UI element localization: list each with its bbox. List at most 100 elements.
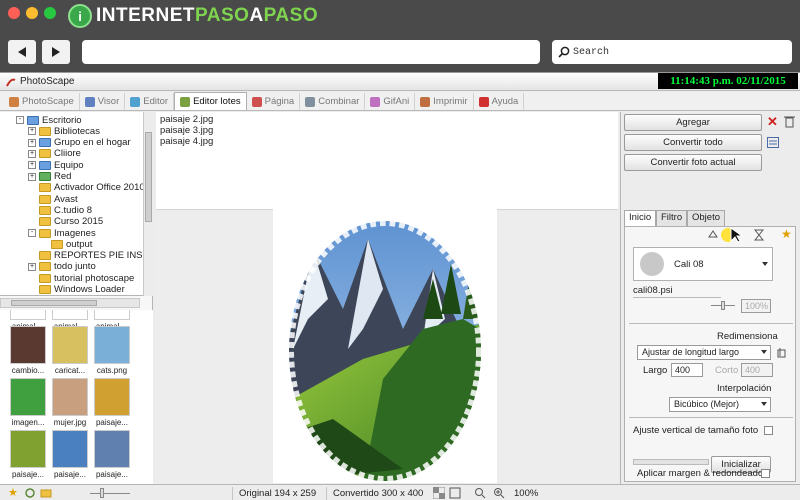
folder-tree-hscrollbar[interactable]	[0, 298, 140, 308]
favorite-star-icon[interactable]: ★	[781, 227, 792, 241]
tab-ayuda[interactable]: Ayuda	[474, 93, 525, 110]
tree-item[interactable]: Activador Office 2010	[28, 182, 145, 194]
tab-visor[interactable]: Visor	[80, 93, 126, 110]
thumbnail-image	[52, 326, 88, 364]
thumbnail-item[interactable]: cats.png	[92, 326, 132, 378]
expand-icon[interactable]: +	[28, 127, 36, 136]
thumbnail-item[interactable]: imagen...	[8, 378, 48, 430]
expand-icon[interactable]: +	[28, 172, 36, 181]
hscroll-thumb[interactable]	[11, 300, 97, 306]
opacity-value[interactable]: 100%	[741, 299, 771, 313]
tree-item[interactable]: + Equipo	[28, 159, 84, 171]
collapse-icon[interactable]: -	[28, 229, 36, 237]
tab-editor-lotes[interactable]: Editor lotes	[174, 92, 247, 110]
zoom-actual-icon[interactable]	[474, 487, 486, 499]
tab-photoscape[interactable]: PhotoScape	[4, 93, 80, 110]
checkerboard-icon[interactable]	[433, 487, 445, 499]
remove-icon[interactable]: ✕	[767, 115, 778, 128]
trash-icon[interactable]	[784, 115, 795, 128]
favorite-star-icon[interactable]: ★	[8, 487, 20, 499]
tab-combinar[interactable]: Combinar	[300, 93, 366, 110]
convert-all-button[interactable]: Convertir todo	[624, 134, 762, 151]
folder-icon[interactable]	[40, 487, 52, 499]
frame-selector[interactable]: Cali 08	[633, 247, 773, 281]
tab-inicio[interactable]: Inicio	[624, 210, 657, 227]
expand-icon[interactable]: +	[28, 161, 36, 170]
expand-icon[interactable]: +	[28, 149, 36, 158]
tab-icon	[420, 96, 431, 107]
vscroll-thumb[interactable]	[145, 132, 152, 222]
thumbnail-item[interactable]: caricat...	[50, 326, 90, 378]
tree-item[interactable]: + Bibliotecas	[28, 125, 100, 137]
zoom-slider-track[interactable]	[90, 493, 130, 494]
file-list-item[interactable]: paisaje 2.jpg	[160, 114, 614, 125]
add-button[interactable]: Agregar	[624, 114, 762, 131]
file-list-item[interactable]: paisaje 3.jpg	[160, 125, 614, 136]
close-window-icon[interactable]	[8, 7, 20, 19]
thumbnail-caption: paisaje...	[11, 470, 45, 479]
thumbnail-item[interactable]: mujer.jpg	[50, 378, 90, 430]
tree-item[interactable]: C.tudio 8	[28, 204, 92, 216]
margin-checkbox[interactable]	[761, 469, 770, 478]
app-title: PhotoScape	[20, 76, 75, 87]
tree-item[interactable]: tutorial photoscape	[28, 272, 134, 284]
vertical-fit-checkbox[interactable]	[764, 426, 773, 435]
tree-item[interactable]: Windows Loader	[28, 284, 125, 295]
back-button[interactable]	[8, 40, 36, 64]
collapse-icon[interactable]: -	[16, 116, 24, 124]
tab-editor[interactable]: Editor	[125, 93, 175, 110]
file-list-item[interactable]: paisaje 4.jpg	[160, 136, 614, 147]
refresh-icon[interactable]	[24, 487, 36, 499]
thumbnail-item[interactable]: paisaje...	[50, 430, 90, 482]
thumbnail-item[interactable]: paisaje...	[92, 378, 132, 430]
folder-tree-vscrollbar[interactable]	[143, 112, 153, 296]
minimize-window-icon[interactable]	[26, 7, 38, 19]
tree-item[interactable]: REPORTES PIE INSCR	[28, 250, 153, 262]
forward-button[interactable]	[42, 40, 70, 64]
tree-item[interactable]: + Red	[28, 171, 71, 183]
tree-item[interactable]: - Escritorio	[16, 114, 82, 126]
zoom-slider-thumb[interactable]	[100, 488, 104, 498]
interpolation-select[interactable]: Bicúbico (Mejor)	[669, 397, 771, 412]
thumbnail-item[interactable]: paisaje...	[8, 430, 48, 482]
folder-icon	[39, 149, 51, 159]
opacity-slider-thumb[interactable]	[721, 301, 725, 310]
folder-tree[interactable]: - Escritorio + Bibliotecas + Grupo en el hoga…	[0, 112, 153, 296]
tree-item[interactable]: + Cliiore	[28, 148, 81, 160]
list-icon[interactable]	[767, 137, 779, 148]
batch-file-list[interactable]: paisaje 2.jpg paisaje 3.jpg paisaje 4.jpg	[156, 112, 618, 210]
thumbnail-image	[10, 430, 46, 468]
tree-item[interactable]: - Imagenes	[28, 227, 96, 239]
resize-mode-select[interactable]: Ajustar de longitud largo	[637, 345, 771, 360]
rotate-icon[interactable]	[707, 229, 719, 241]
tab-filtro[interactable]: Filtro	[656, 210, 688, 226]
zoom-in-icon[interactable]	[493, 487, 505, 499]
thumbnail-item[interactable]: paisaje...	[92, 430, 132, 482]
expand-icon[interactable]: +	[28, 262, 36, 271]
search-input[interactable]: Search	[552, 40, 792, 64]
tab-p-gina[interactable]: Página	[247, 93, 301, 110]
folder-icon	[39, 126, 51, 136]
mouse-cursor-icon	[730, 227, 744, 243]
short-input[interactable]: 400	[741, 363, 773, 377]
tree-item[interactable]: output	[40, 238, 92, 250]
tab-gifani[interactable]: GifAni	[365, 93, 416, 110]
crop-icon[interactable]	[777, 347, 788, 358]
url-bar[interactable]	[82, 40, 540, 64]
expand-icon[interactable]: +	[28, 138, 36, 147]
length-input[interactable]: 400	[671, 363, 703, 377]
thumbnail-caption: mujer.jpg	[53, 418, 87, 427]
hourglass-icon[interactable]	[753, 229, 765, 241]
tab-imprimir[interactable]: Imprimir	[415, 93, 474, 110]
tree-item[interactable]: + todo junto	[28, 261, 96, 273]
logo-word-paso: PASO	[195, 5, 250, 26]
fit-screen-icon[interactable]	[449, 487, 461, 499]
chevron-down-icon[interactable]	[762, 262, 768, 266]
convert-current-button[interactable]: Convertir foto actual	[624, 154, 762, 171]
maximize-window-icon[interactable]	[44, 7, 56, 19]
tree-item[interactable]: Curso 2015	[28, 216, 103, 228]
tree-item[interactable]: Avast	[28, 193, 78, 205]
tree-item[interactable]: + Grupo en el hogar	[28, 137, 131, 149]
thumbnail-item[interactable]: cambio...	[8, 326, 48, 378]
tab-objeto[interactable]: Objeto	[687, 210, 725, 226]
